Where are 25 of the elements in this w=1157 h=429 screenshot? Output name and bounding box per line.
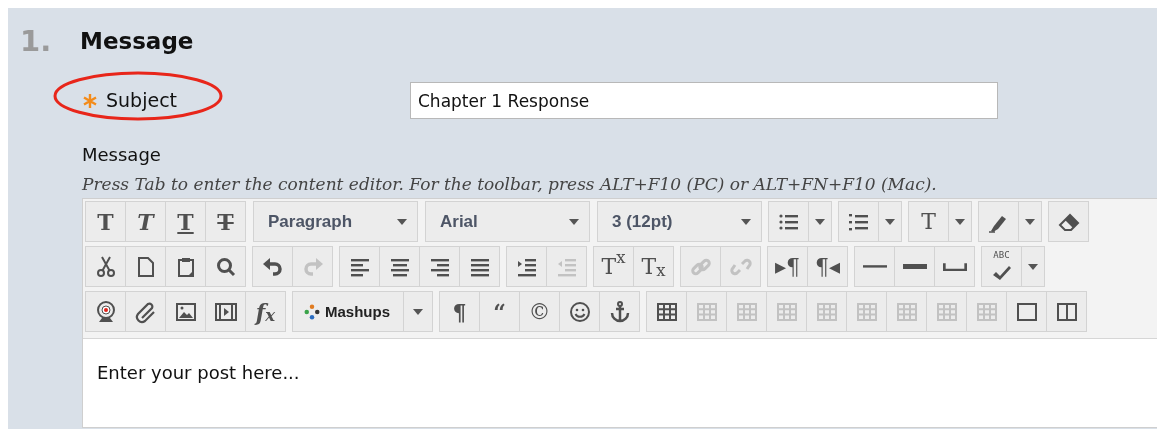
- format-button[interactable]: ▸¶: [767, 246, 808, 287]
- format-button[interactable]: ©: [519, 291, 560, 332]
- field-label: Message: [82, 143, 162, 167]
- dropdown[interactable]: Arial: [425, 201, 590, 242]
- format-button[interactable]: T$^{x}$: [593, 246, 634, 287]
- field-label: Subject: [106, 88, 178, 114]
- section-number: 1.: [20, 24, 53, 58]
- format-button[interactable]: ¶◂: [807, 246, 848, 287]
- format-button[interactable]: T: [908, 201, 949, 242]
- mashups-button[interactable]: Mashups: [292, 291, 404, 332]
- format-button[interactable]: f$_{x}$: [245, 291, 286, 332]
- format-button[interactable]: ¶: [439, 291, 480, 332]
- format-button[interactable]: T: [85, 201, 126, 242]
- dropdown[interactable]: 3 (12pt): [597, 201, 762, 242]
- subject-field[interactable]: Chapter 1 Response: [410, 82, 998, 119]
- dropdown[interactable]: Paragraph: [253, 201, 418, 242]
- format-button[interactable]: T: [165, 201, 206, 242]
- editor-text[interactable]: Enter your post here...: [83, 338, 1157, 427]
- section-title: Message: [80, 28, 194, 54]
- instructions-text: Press Tab to enter the content editor. For the toolbar, press ALT+F10 (PC) or ALT+FN+F10 (Mac).: [82, 174, 938, 194]
- format-button[interactable]: “: [479, 291, 520, 332]
- toolbar-button[interactable]: ABC: [981, 246, 1022, 287]
- format-button[interactable]: T: [205, 201, 246, 242]
- format-button[interactable]: T$_{x}$: [633, 246, 674, 287]
- format-button[interactable]: T: [125, 201, 166, 242]
